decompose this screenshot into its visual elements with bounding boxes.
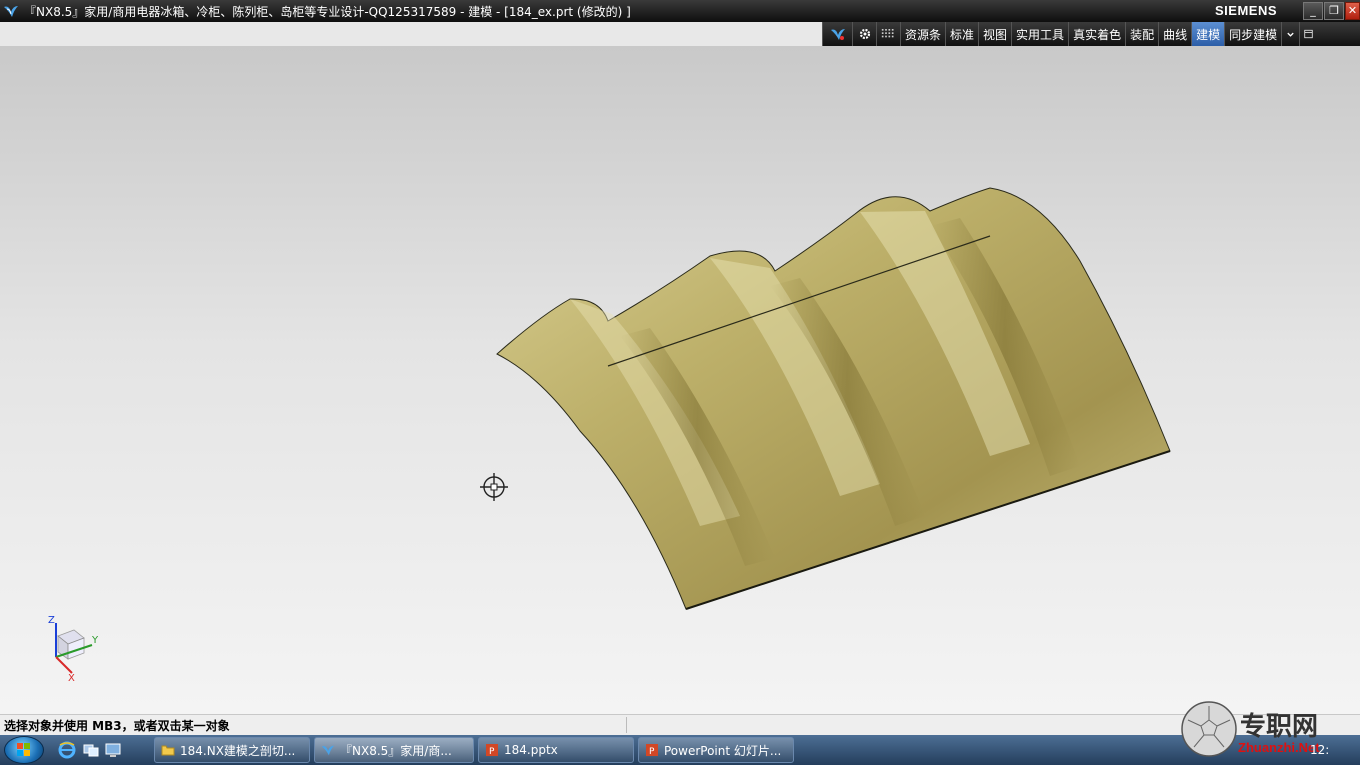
tab-resource-bar[interactable]: 资源条: [900, 22, 945, 46]
tab-modeling[interactable]: 建模: [1191, 22, 1225, 46]
tab-curve[interactable]: 曲线: [1158, 22, 1191, 46]
svg-text:P: P: [649, 747, 655, 757]
tab-utilities[interactable]: 实用工具: [1011, 22, 1068, 46]
start-button[interactable]: [4, 736, 44, 764]
tray-clock[interactable]: 12:: [1310, 743, 1329, 757]
nx-app-icon[interactable]: [3, 3, 19, 19]
task-label: PowerPoint 幻灯片...: [664, 743, 782, 758]
watermark-text: 专职网: [1240, 712, 1319, 742]
swept-surface-model[interactable]: [0, 46, 1360, 714]
windows-logo-icon: [17, 743, 30, 756]
soccer-ball-logo-icon: [1181, 701, 1237, 757]
title-bar: 『NX8.5』家用/商用电器冰箱、冷柜、陈列柜、岛柜等专业设计-QQ125317…: [0, 0, 1360, 22]
windows-taskbar: 184.NX建模之剖切... 『NX8.5』家用/商... P 184.pptx…: [0, 735, 1360, 765]
nx-logo-icon[interactable]: [822, 22, 852, 46]
siemens-brand: SIEMENS: [1215, 3, 1278, 18]
task-folder[interactable]: 184.NX建模之剖切...: [154, 737, 310, 763]
z-axis-label: Z: [48, 615, 55, 626]
powerpoint-icon: P: [486, 744, 498, 757]
task-label: 『NX8.5』家用/商...: [340, 743, 452, 758]
toolbar-overflow-icon[interactable]: [1281, 22, 1299, 46]
task-label: 184.pptx: [504, 743, 558, 757]
status-divider: [626, 717, 627, 733]
crosshair-cursor-icon: [480, 473, 508, 501]
internet-explorer-icon[interactable]: [58, 741, 76, 759]
application-toolbar: 资源条 标准 视图 实用工具 真实着色 装配 曲线 建模 同步建模: [822, 22, 1360, 46]
restore-button[interactable]: ❐: [1324, 2, 1344, 20]
tab-synchronous-modeling[interactable]: 同步建模: [1224, 22, 1281, 46]
y-axis-label: Y: [91, 635, 99, 646]
tab-standard[interactable]: 标准: [945, 22, 978, 46]
folder-icon: [161, 745, 175, 756]
show-desktop-icon[interactable]: [104, 741, 122, 759]
grid-icon[interactable]: [876, 22, 900, 46]
tab-view[interactable]: 视图: [978, 22, 1011, 46]
coordinate-triad-icon: Z Y X: [48, 615, 99, 681]
graphics-window[interactable]: Z Y X: [0, 46, 1360, 714]
cue-line: 选择对象并使用 MB3，或者双击某一对象: [4, 719, 230, 733]
task-slideshow[interactable]: P PowerPoint 幻灯片...: [638, 737, 794, 763]
svg-text:P: P: [489, 747, 495, 757]
window-title: 『NX8.5』家用/商用电器冰箱、冷柜、陈列柜、岛柜等专业设计-QQ125317…: [24, 5, 631, 19]
nx-app-icon: [321, 745, 335, 756]
close-button[interactable]: ✕: [1345, 2, 1360, 20]
status-bar: 选择对象并使用 MB3，或者双击某一对象: [0, 714, 1360, 735]
powerpoint-icon: P: [646, 744, 658, 757]
toolbar-window-icon[interactable]: [1299, 22, 1317, 46]
gear-icon[interactable]: [852, 22, 876, 46]
tab-true-shading[interactable]: 真实着色: [1068, 22, 1125, 46]
watermark-url: Zhuanzhi.Net: [1238, 740, 1320, 755]
task-pptx[interactable]: P 184.pptx: [478, 737, 634, 763]
tab-assembly[interactable]: 装配: [1125, 22, 1158, 46]
minimize-button[interactable]: _: [1303, 2, 1323, 20]
task-nx[interactable]: 『NX8.5』家用/商...: [314, 737, 474, 763]
x-axis-label: X: [68, 673, 75, 681]
task-label: 184.NX建模之剖切...: [180, 743, 296, 758]
switch-windows-icon[interactable]: [82, 741, 100, 759]
